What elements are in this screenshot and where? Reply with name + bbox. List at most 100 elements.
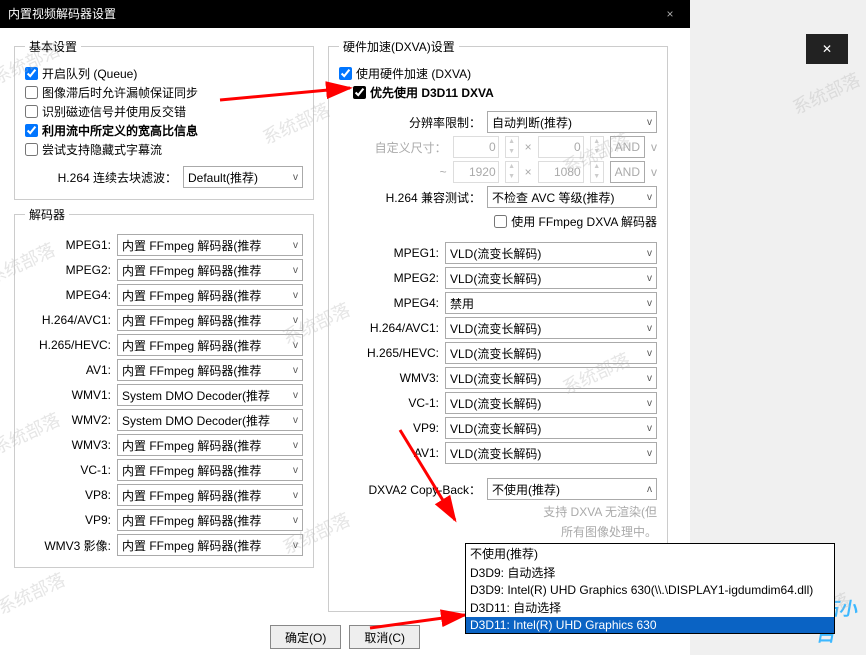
chevron-down-icon: v: [293, 465, 298, 476]
chevron-down-icon: v: [647, 423, 652, 434]
copyback-dropdown[interactable]: 不使用(推荐)D3D9: 自动选择D3D9: Intel(R) UHD Grap…: [465, 543, 835, 634]
window-title: 内置视频解码器设置: [8, 0, 116, 28]
h264-compat-select[interactable]: 不检查 AVC 等级(推荐)v: [487, 186, 657, 208]
decoder-select-6[interactable]: System DMO Decoder(推荐v: [117, 384, 303, 406]
decoder-select-7[interactable]: System DMO Decoder(推荐v: [117, 409, 303, 431]
dropdown-item[interactable]: D3D11: 自动选择: [466, 598, 834, 617]
dxva-label: MPEG4:: [339, 296, 439, 310]
dxva-legend: 硬件加速(DXVA)设置: [339, 38, 459, 55]
res-limit-label: 分辨率限制：: [409, 114, 481, 131]
chk-sync[interactable]: [25, 86, 38, 99]
decoder-label: WMV2:: [25, 413, 111, 427]
close-icon[interactable]: ×: [650, 0, 690, 28]
titlebar: 内置视频解码器设置 ×: [0, 0, 690, 28]
chk-hidden-subs[interactable]: [25, 143, 38, 156]
dxva-select-2[interactable]: 禁用v: [445, 292, 657, 314]
spin-icon[interactable]: ▲▼: [590, 161, 604, 183]
decoder-select-10[interactable]: 内置 FFmpeg 解码器(推荐v: [117, 484, 303, 506]
bg-close-button[interactable]: ✕: [806, 34, 848, 64]
custom-w-min[interactable]: [453, 136, 499, 158]
dropdown-item[interactable]: D3D9: 自动选择: [466, 563, 834, 582]
dxva-select-1[interactable]: VLD(流变长解码)v: [445, 267, 657, 289]
dxva-label: H.265/HEVC:: [339, 346, 439, 360]
chevron-down-icon: v: [293, 315, 298, 326]
copyback-select[interactable]: 不使用(推荐)ᴧ: [487, 478, 657, 500]
dxva-label: MPEG1:: [339, 246, 439, 260]
decoder-select-5[interactable]: 内置 FFmpeg 解码器(推荐v: [117, 359, 303, 381]
custom-h-max[interactable]: [538, 161, 584, 183]
decoder-select-2[interactable]: 内置 FFmpeg 解码器(推荐v: [117, 284, 303, 306]
chevron-down-icon: v: [647, 192, 652, 203]
chevron-down-icon: v: [293, 540, 298, 551]
chevron-down-icon: v: [293, 490, 298, 501]
decoder-select-11[interactable]: 内置 FFmpeg 解码器(推荐v: [117, 509, 303, 531]
dxva-label: MPEG2:: [339, 271, 439, 285]
chevron-down-icon: v: [293, 172, 298, 183]
decoder-select-12[interactable]: 内置 FFmpeg 解码器(推荐v: [117, 534, 303, 556]
chevron-down-icon: v: [647, 248, 652, 259]
dxva-label: VC-1:: [339, 396, 439, 410]
chevron-down-icon: v: [293, 265, 298, 276]
custom-h-min[interactable]: [538, 136, 584, 158]
dxva-label: WMV3:: [339, 371, 439, 385]
h264-deblock-select[interactable]: Default(推荐)v: [183, 166, 303, 188]
dxva-select-6[interactable]: VLD(流变长解码)v: [445, 392, 657, 414]
basic-settings-group: 基本设置 开启队列 (Queue) 图像滞后时允许漏帧保证同步 识别磁迹信号并使…: [14, 38, 314, 200]
spin-icon[interactable]: ▲▼: [505, 136, 519, 158]
decoder-select-3[interactable]: 内置 FFmpeg 解码器(推荐v: [117, 309, 303, 331]
basic-legend: 基本设置: [25, 38, 81, 55]
decoder-label: AV1:: [25, 363, 111, 377]
dxva-select-0[interactable]: VLD(流变长解码)v: [445, 242, 657, 264]
decoders-legend: 解码器: [25, 206, 69, 223]
chevron-down-icon: v: [647, 373, 652, 384]
decoders-group: 解码器 MPEG1: 内置 FFmpeg 解码器(推荐vMPEG2: 内置 FF…: [14, 206, 314, 568]
dxva-select-4[interactable]: VLD(流变长解码)v: [445, 342, 657, 364]
ok-button[interactable]: 确定(O): [270, 625, 341, 649]
chk-aspect[interactable]: [25, 124, 38, 137]
dropdown-item[interactable]: D3D9: Intel(R) UHD Graphics 630(\\.\DISP…: [466, 582, 834, 598]
and-button-a[interactable]: AND: [610, 136, 645, 158]
res-limit-select[interactable]: 自动判断(推荐)v: [487, 111, 657, 133]
chevron-down-icon: v: [293, 340, 298, 351]
decoder-label: WMV3 影像:: [25, 537, 111, 554]
chevron-down-icon: v: [293, 365, 298, 376]
chevron-down-icon: v: [293, 415, 298, 426]
chevron-down-icon: v: [293, 290, 298, 301]
chk-recognize[interactable]: [25, 105, 38, 118]
chevron-down-icon: v: [647, 348, 652, 359]
decoder-select-4[interactable]: 内置 FFmpeg 解码器(推荐v: [117, 334, 303, 356]
decoder-select-0[interactable]: 内置 FFmpeg 解码器(推荐v: [117, 234, 303, 256]
chevron-down-icon: v: [293, 390, 298, 401]
chevron-down-icon: v: [293, 440, 298, 451]
chevron-up-icon: ᴧ: [647, 484, 652, 495]
dropdown-item[interactable]: 不使用(推荐): [466, 544, 834, 563]
decoder-label: WMV3:: [25, 438, 111, 452]
chevron-down-icon: v: [651, 140, 657, 154]
decoder-select-9[interactable]: 内置 FFmpeg 解码器(推荐v: [117, 459, 303, 481]
dxva-group: 硬件加速(DXVA)设置 使用硬件加速 (DXVA) 优先使用 D3D11 DX…: [328, 38, 668, 612]
spin-icon[interactable]: ▲▼: [505, 161, 519, 183]
decoder-label: VC-1:: [25, 463, 111, 477]
chevron-down-icon: v: [293, 240, 298, 251]
decoder-label: MPEG2:: [25, 263, 111, 277]
decoder-label: WMV1:: [25, 388, 111, 402]
decoder-label: VP9:: [25, 513, 111, 527]
chevron-down-icon: v: [647, 323, 652, 334]
custom-w-max[interactable]: [453, 161, 499, 183]
chk-queue[interactable]: [25, 67, 38, 80]
chk-ffmpeg-dxva[interactable]: [494, 215, 507, 228]
decoder-label: H.265/HEVC:: [25, 338, 111, 352]
decoder-select-1[interactable]: 内置 FFmpeg 解码器(推荐v: [117, 259, 303, 281]
dropdown-item[interactable]: D3D11: Intel(R) UHD Graphics 630: [466, 617, 834, 633]
dxva-select-3[interactable]: VLD(流变长解码)v: [445, 317, 657, 339]
dxva-select-5[interactable]: VLD(流变长解码)v: [445, 367, 657, 389]
chevron-down-icon: v: [293, 515, 298, 526]
chevron-down-icon: v: [647, 298, 652, 309]
h264-compat-label: H.264 兼容测试：: [386, 189, 481, 206]
and-button-b[interactable]: AND: [610, 161, 645, 183]
custom-size-label: 自定义尺寸：: [375, 139, 447, 156]
decoder-select-8[interactable]: 内置 FFmpeg 解码器(推荐v: [117, 434, 303, 456]
spin-icon[interactable]: ▲▼: [590, 136, 604, 158]
chevron-down-icon: v: [647, 448, 652, 459]
chevron-down-icon: v: [647, 117, 652, 128]
